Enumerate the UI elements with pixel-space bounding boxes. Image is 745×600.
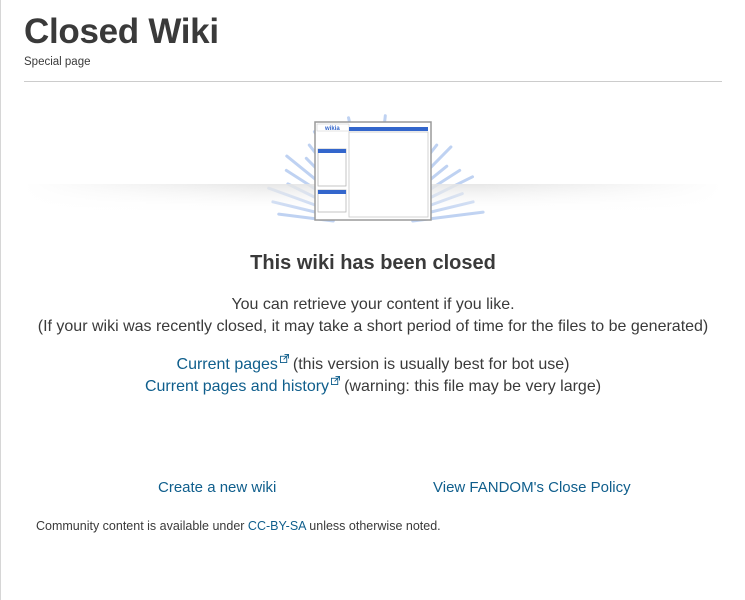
header-divider [24, 81, 722, 82]
license-suffix: unless otherwise noted. [305, 519, 441, 533]
license-prefix: Community content is available under [36, 519, 248, 533]
external-link-icon [279, 354, 289, 363]
left-border [0, 0, 1, 600]
download-pages-history: Current pages and history (warning: this … [24, 376, 722, 396]
wiki-window-icon: wikia [314, 121, 432, 221]
cc-by-sa-link[interactable]: CC-BY-SA [248, 519, 306, 533]
create-wiki-link[interactable]: Create a new wiki [158, 479, 276, 496]
page-subtitle: Special page [24, 56, 91, 68]
current-pages-note: (this version is usually best for bot us… [292, 356, 570, 373]
page-title: Closed Wiki [24, 12, 219, 51]
window-logo-text: wikia [324, 126, 340, 132]
close-policy-link[interactable]: View FANDOM's Close Policy [433, 479, 631, 496]
download-current-pages: Current pages (this version is usually be… [24, 354, 722, 374]
license-notice: Community content is available under CC-… [36, 519, 441, 533]
external-link-icon [331, 376, 341, 385]
closed-wiki-illustration: wikia [24, 96, 722, 226]
closed-heading: This wiki has been closed [250, 252, 496, 274]
retrieve-text: You can retrieve your content if you lik… [231, 296, 515, 313]
generation-note: (If your wiki was recently closed, it ma… [37, 318, 709, 335]
current-pages-history-link[interactable]: Current pages and history [145, 378, 329, 395]
closed-wiki-illustration-svg: wikia [24, 114, 722, 223]
pages-history-note: (warning: this file may be very large) [344, 378, 602, 395]
current-pages-link[interactable]: Current pages [177, 356, 278, 373]
